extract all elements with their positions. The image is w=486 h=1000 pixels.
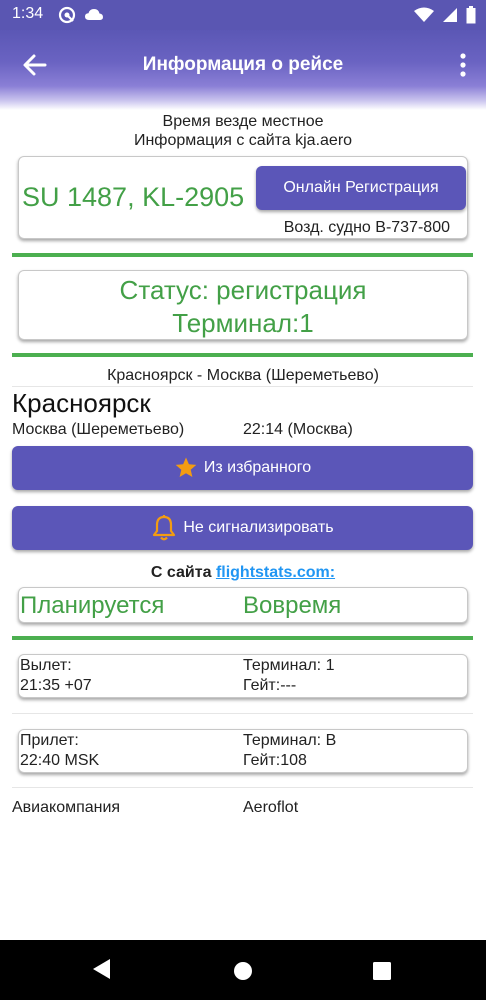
divider bbox=[12, 787, 473, 788]
arrival-time: 22:40 MSK bbox=[20, 752, 100, 769]
destination-city: Москва (Шереметьево) bbox=[12, 421, 185, 438]
airline-label: Авиакомпания bbox=[12, 799, 121, 816]
battery-icon bbox=[466, 6, 476, 24]
divider bbox=[12, 353, 473, 357]
terminal-text: Терминал:1 bbox=[172, 308, 314, 338]
route-title: Красноярск - Москва (Шереметьево) bbox=[107, 367, 379, 384]
page-title: Информация о рейсе bbox=[142, 54, 344, 75]
divider bbox=[12, 253, 473, 257]
star-icon bbox=[175, 457, 197, 477]
source-note: Информация с сайта kja.aero bbox=[133, 132, 353, 149]
arrival-terminal: Терминал: B bbox=[243, 732, 337, 749]
departure-time: 21:35 +07 bbox=[20, 677, 92, 694]
arrival-gate: Гейт:108 bbox=[243, 752, 307, 769]
online-checkin-button[interactable]: Онлайн Регистрация bbox=[256, 166, 466, 210]
destination-time: 22:14 (Москва) bbox=[243, 421, 353, 438]
home-nav-icon[interactable] bbox=[233, 961, 253, 981]
ontime-status: Вовремя bbox=[243, 592, 342, 619]
signal-icon bbox=[443, 8, 457, 22]
status-text: Статус: регистрация bbox=[119, 275, 367, 305]
aircraft-type: Возд. судно B-737-800 bbox=[283, 219, 450, 236]
divider bbox=[12, 636, 473, 640]
navigation-bar bbox=[0, 940, 486, 1000]
recents-nav-icon[interactable] bbox=[373, 962, 391, 980]
departure-terminal: Терминал: 1 bbox=[243, 657, 335, 674]
local-time-note: Время везде местное bbox=[162, 113, 324, 130]
flight-number: SU 1487, KL-2905 bbox=[22, 182, 245, 212]
cloud-icon bbox=[85, 9, 103, 20]
favorite-label: Из избранного bbox=[203, 459, 312, 476]
airline-value: Aeroflot bbox=[243, 799, 299, 816]
bell-icon bbox=[153, 515, 176, 541]
flightstats-prefix: С сайта bbox=[150, 564, 212, 581]
app-bar: Информация о рейсе bbox=[0, 30, 486, 110]
flightstats-source: С сайта flightstats.com: bbox=[0, 564, 486, 582]
status-time: 1:34 bbox=[12, 5, 44, 22]
departure-label: Вылет: bbox=[20, 657, 72, 674]
status-bar: 1:34 bbox=[0, 0, 486, 30]
notify-label: Не сигнализировать bbox=[183, 519, 334, 536]
notify-button[interactable]: Не сигнализировать bbox=[12, 506, 473, 550]
arrival-label: Прилет: bbox=[20, 732, 79, 749]
divider bbox=[12, 386, 473, 387]
departure-gate: Гейт:--- bbox=[243, 677, 297, 694]
favorite-button[interactable]: Из избранного bbox=[12, 446, 473, 490]
wifi-icon bbox=[414, 7, 434, 22]
back-nav-icon[interactable] bbox=[92, 958, 112, 980]
more-vert-icon[interactable] bbox=[456, 50, 470, 80]
vpn-key-icon bbox=[58, 6, 76, 24]
planned-status: Планируется bbox=[20, 592, 165, 619]
origin-city: Красноярск bbox=[12, 388, 151, 418]
divider bbox=[12, 713, 473, 714]
flightstats-link[interactable]: flightstats.com: bbox=[216, 564, 335, 581]
